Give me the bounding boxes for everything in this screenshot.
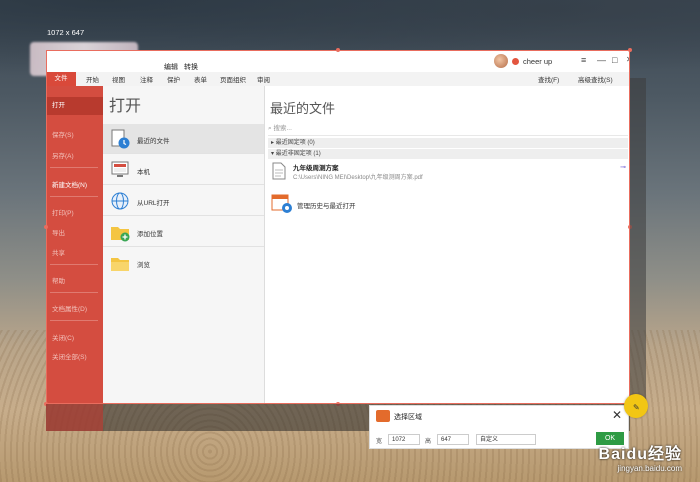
width-field[interactable]: 1072	[388, 434, 420, 445]
pen-tool-button[interactable]: ✎	[624, 394, 648, 418]
height-field[interactable]: 647	[437, 434, 469, 445]
window-shadow-right	[630, 78, 646, 404]
watermark-url: jingyan.baidu.com	[617, 464, 682, 473]
height-label: 高	[425, 439, 432, 445]
panel-title: 选择区域	[394, 414, 422, 421]
selection-dimensions: 1072 x 647	[47, 28, 85, 37]
width-label: 宽	[376, 439, 383, 445]
camera-icon	[376, 410, 390, 422]
mode-select[interactable]: 自定义	[476, 434, 536, 445]
select-region-panel: 选择区域 ✕ 宽 1072 高 647 自定义 OK	[369, 405, 629, 449]
watermark-brand: Baidu经验	[598, 446, 682, 463]
resize-handle[interactable]	[336, 48, 340, 52]
close-icon[interactable]: ✕	[612, 408, 622, 422]
resize-handle[interactable]	[628, 48, 632, 52]
watermark: Baidu经验 jingyan.baidu.com	[599, 440, 682, 473]
resize-handle[interactable]	[44, 225, 48, 229]
pen-icon: ✎	[633, 403, 640, 412]
nav-shadow	[46, 404, 103, 431]
selection-frame[interactable]	[46, 50, 630, 404]
